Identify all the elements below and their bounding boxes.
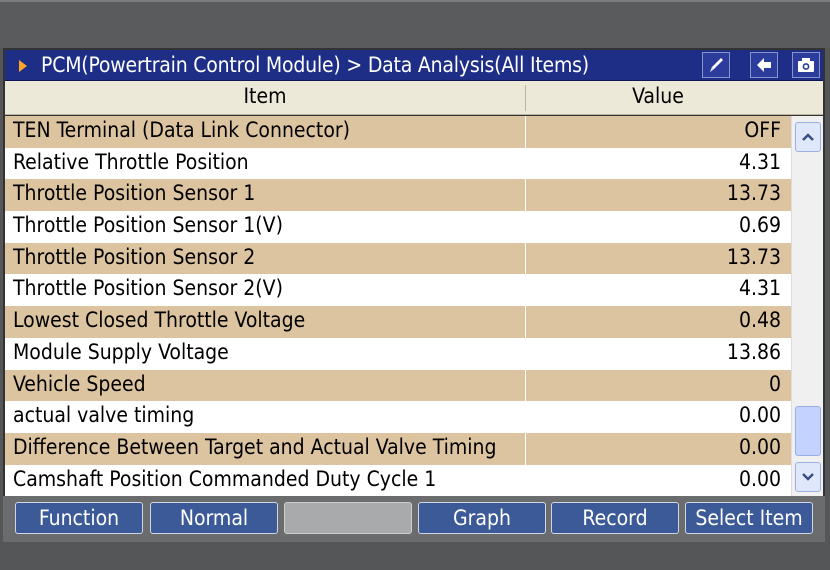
row-item-label: Throttle Position Sensor 1(V) [13, 213, 283, 238]
vertical-scrollbar[interactable] [791, 116, 823, 496]
chevron-up-icon [802, 133, 814, 141]
column-header-item: Item [243, 84, 287, 108]
row-value: 4.31 [738, 149, 781, 174]
table-row[interactable]: Throttle Position Sensor 2 13.73 [5, 242, 791, 275]
table-row[interactable]: Throttle Position Sensor 1 13.73 [5, 179, 791, 212]
table-header: Item Value [5, 81, 823, 115]
table-row[interactable]: Module Supply Voltage 13.86 [5, 337, 791, 370]
title-bar: PCM(Powertrain Control Module) > Data An… [5, 50, 823, 81]
row-value: 0 [768, 371, 781, 396]
scroll-down-button[interactable] [795, 462, 821, 492]
row-divider [525, 179, 526, 212]
row-divider [525, 147, 526, 180]
row-item-label: actual valve timing [13, 403, 195, 428]
row-divider [525, 274, 526, 307]
row-value: 0.48 [738, 308, 781, 333]
row-divider [525, 306, 526, 338]
scroll-thumb[interactable] [795, 406, 821, 456]
bottom-band [0, 542, 830, 570]
camera-icon [798, 58, 814, 72]
row-value: 4.31 [738, 276, 781, 301]
row-item-label: Vehicle Speed [13, 371, 146, 396]
data-table: TEN Terminal (Data Link Connector) OFF R… [5, 116, 791, 497]
row-value: 0.00 [738, 466, 781, 491]
chevron-down-icon [802, 473, 814, 481]
row-divider [525, 337, 526, 370]
row-divider [525, 242, 526, 275]
table-row[interactable]: Camshaft Position Commanded Duty Cycle 1… [5, 464, 791, 497]
pen-button[interactable] [702, 52, 730, 78]
back-button[interactable] [750, 52, 778, 78]
row-value: 0.00 [738, 403, 781, 428]
row-divider [525, 369, 526, 402]
row-divider [525, 401, 526, 433]
row-item-label: Throttle Position Sensor 1 [13, 181, 256, 206]
row-item-label: Throttle Position Sensor 2 [13, 244, 256, 269]
table-row[interactable]: actual valve timing 0.00 [5, 401, 791, 433]
normal-button[interactable]: Normal [150, 502, 278, 534]
row-item-label: Camshaft Position Commanded Duty Cycle 1 [13, 466, 437, 491]
table-row[interactable]: Vehicle Speed 0 [5, 369, 791, 402]
row-divider [525, 432, 526, 465]
table-row[interactable]: TEN Terminal (Data Link Connector) OFF [5, 116, 791, 148]
table-row[interactable]: Lowest Closed Throttle Voltage 0.48 [5, 306, 791, 338]
row-value: 13.73 [726, 244, 781, 269]
row-value: 13.73 [726, 181, 781, 206]
row-value: 13.86 [726, 339, 781, 364]
row-divider [525, 116, 526, 148]
table-row[interactable]: Throttle Position Sensor 1(V) 0.69 [5, 211, 791, 243]
row-divider [525, 464, 526, 497]
row-value: 0.00 [738, 434, 781, 459]
table-row[interactable]: Difference Between Target and Actual Val… [5, 432, 791, 465]
select-item-button[interactable]: Select Item [685, 502, 813, 534]
row-item-label: TEN Terminal (Data Link Connector) [13, 118, 351, 142]
back-arrow-icon [757, 58, 771, 72]
row-value: OFF [744, 118, 781, 142]
row-item-label: Module Supply Voltage [13, 339, 229, 364]
row-item-label: Difference Between Target and Actual Val… [13, 434, 497, 459]
graph-button[interactable]: Graph [418, 502, 546, 534]
row-item-label: Lowest Closed Throttle Voltage [13, 308, 306, 333]
table-row[interactable]: Throttle Position Sensor 2(V) 4.31 [5, 274, 791, 307]
row-item-label: Relative Throttle Position [13, 149, 249, 174]
window-title: PCM(Powertrain Control Module) > Data An… [41, 53, 589, 77]
row-value: 0.69 [738, 213, 781, 238]
table-row[interactable]: Relative Throttle Position 4.31 [5, 147, 791, 180]
row-divider [525, 211, 526, 243]
record-button[interactable]: Record [551, 502, 679, 534]
title-arrow-icon [19, 60, 27, 72]
function-button[interactable]: Function [15, 502, 143, 534]
empty-button[interactable] [284, 502, 412, 534]
row-item-label: Throttle Position Sensor 2(V) [13, 276, 283, 301]
capture-button[interactable] [792, 52, 820, 78]
top-band [0, 0, 830, 48]
pen-icon [710, 58, 723, 72]
scroll-up-button[interactable] [795, 122, 821, 152]
column-header-value: Value [632, 84, 684, 108]
